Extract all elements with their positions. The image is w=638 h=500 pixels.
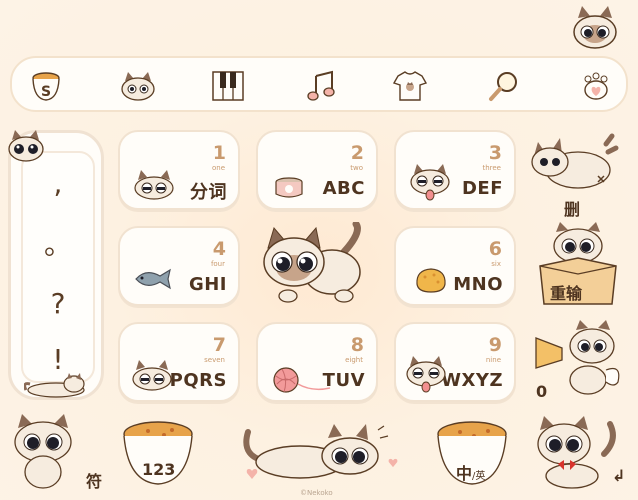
keyboard-skin: S , 。 ? ! 1 one 分词 2 two ABC 3 three DEF… (0, 0, 638, 500)
cat-food-can-icon (275, 177, 303, 198)
cat-tongue-icon (406, 356, 446, 393)
heart-icon (388, 458, 398, 468)
cat-bowtie-icon (537, 416, 616, 489)
space-bar-cat-icon[interactable] (240, 418, 390, 482)
punctuation-list[interactable]: , 。 ? ! (21, 151, 95, 383)
key-word: four (210, 260, 225, 268)
key-number: 7 (212, 334, 226, 356)
cat-peek-icon (8, 130, 44, 162)
enter-button[interactable]: ↲ (612, 466, 625, 485)
retype-button[interactable]: 重输 (550, 280, 582, 304)
cat-peek-icon (573, 6, 617, 49)
key-number: 3 (488, 142, 502, 164)
key-word: six (491, 260, 501, 268)
piano-keys-icon[interactable] (210, 68, 246, 104)
cat-face-icon (134, 170, 174, 200)
delete-button[interactable]: 删 (564, 196, 580, 220)
language-main: 中 (456, 464, 473, 483)
key-label: MNO (453, 274, 503, 295)
search-icon[interactable] (486, 68, 522, 104)
key-word: one (211, 164, 225, 172)
key-word: seven (204, 356, 225, 364)
key-label: PQRS (169, 370, 227, 391)
punct-question[interactable]: ? (23, 287, 93, 320)
key-word: eight (345, 356, 363, 364)
cat-sitting-icon (14, 414, 72, 489)
cat-face-icon (132, 360, 172, 391)
key-7[interactable]: 7 seven PQRS (118, 322, 240, 402)
key-label: WXYZ (441, 370, 503, 391)
key-label: GHI (188, 274, 227, 295)
key-2[interactable]: 2 two ABC (256, 130, 378, 210)
heart-icon (246, 469, 258, 479)
key-word: two (350, 164, 363, 172)
punct-period[interactable]: 。 (23, 223, 93, 263)
key-word: nine (485, 356, 501, 364)
key-label: ABC (322, 178, 365, 199)
key-8[interactable]: 8 eight TUV (256, 322, 378, 402)
toolbar: S (10, 56, 628, 112)
key-5-cat-icon[interactable] (258, 222, 376, 310)
cat-tongue-icon (410, 164, 450, 201)
key-label: DEF (461, 178, 503, 199)
numbers-button[interactable]: 123 (142, 460, 175, 479)
key-4[interactable]: 4 four GHI (118, 226, 240, 306)
svg-text:S: S (41, 84, 51, 100)
key-6[interactable]: 6 six MNO (394, 226, 516, 306)
watermark: ©Nekoko (300, 489, 333, 497)
language-toggle[interactable]: 中/英 (456, 460, 485, 484)
cat-face-icon[interactable] (120, 68, 156, 104)
zero-key[interactable]: 0 (536, 382, 547, 401)
key-number: 1 (212, 142, 226, 164)
tshirt-icon[interactable] (392, 68, 428, 104)
emoji-s-bowl-icon[interactable]: S (28, 68, 64, 104)
key-number: 4 (212, 238, 226, 260)
sleeping-cat-icon (24, 373, 85, 398)
key-word: three (482, 164, 501, 172)
paw-icon[interactable] (578, 68, 614, 104)
key-number: 9 (488, 334, 502, 356)
key-3[interactable]: 3 three DEF (394, 130, 516, 210)
music-note-icon[interactable] (304, 68, 340, 104)
key-label: 分词 (190, 182, 227, 203)
bread-icon (416, 268, 446, 293)
cat-lying-icon (531, 133, 619, 189)
key-9[interactable]: 9 nine WXYZ (394, 322, 516, 402)
yarn-ball-icon (273, 367, 331, 393)
key-1[interactable]: 1 one 分词 (118, 130, 240, 210)
punctuation-panel: , 。 ? ! (8, 130, 104, 400)
key-number: 2 (350, 142, 364, 164)
punct-comma[interactable]: , (23, 167, 93, 200)
language-sub: /英 (472, 471, 486, 482)
symbols-button[interactable]: 符 (86, 468, 102, 492)
key-number: 6 (488, 238, 502, 260)
fish-icon (135, 268, 171, 290)
key-number: 8 (350, 334, 364, 356)
